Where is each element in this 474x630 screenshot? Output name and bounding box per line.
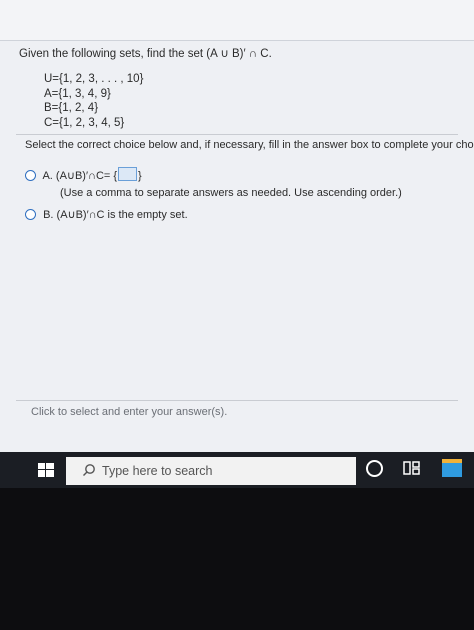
page-top-bar <box>0 0 474 41</box>
set-definitions: U={1, 2, 3, . . . , 10} A={1, 3, 4, 9} B… <box>44 72 143 130</box>
instruction-text: Select the correct choice below and, if … <box>25 139 474 151</box>
option-b-letter: B. <box>43 209 54 221</box>
footer-divider <box>16 400 458 401</box>
app-icon[interactable] <box>442 459 462 477</box>
option-a-expression: (A∪B)′∩C= { <box>55 170 118 182</box>
option-a-close-brace: } <box>138 170 142 182</box>
question-prompt: Given the following sets, find the set (… <box>19 48 272 60</box>
set-b: B={1, 2, 4} <box>44 102 99 114</box>
search-icon <box>83 464 95 476</box>
radio-option-a[interactable] <box>25 170 36 181</box>
windows-start-icon[interactable] <box>38 463 54 477</box>
set-a: A={1, 3, 4, 9} <box>44 87 111 100</box>
cortana-icon[interactable] <box>366 460 383 477</box>
divider <box>16 134 458 135</box>
footer-hint: Click to select and enter your answer(s)… <box>31 406 228 418</box>
option-b[interactable]: B. (A∪B)′∩C is the empty set. <box>25 208 188 221</box>
option-a[interactable]: A. (A∪B)′∩C= {} <box>25 167 142 182</box>
browser-page: Given the following sets, find the set (… <box>0 0 474 452</box>
task-view-icon[interactable] <box>403 460 421 476</box>
option-a-letter: A. <box>42 170 53 182</box>
option-a-note: (Use a comma to separate answers as need… <box>60 187 402 199</box>
option-b-text: (A∪B)′∩C is the empty set. <box>56 209 188 221</box>
set-c: C={1, 2, 3, 4, 5} <box>44 116 125 129</box>
taskbar-search-box[interactable]: Type here to search <box>66 457 356 485</box>
windows-taskbar: Type here to search <box>0 452 474 488</box>
monitor-bezel <box>0 488 474 630</box>
set-u: U={1, 2, 3, . . . , 10} <box>44 73 144 85</box>
search-placeholder: Type here to search <box>102 464 213 478</box>
radio-option-b[interactable] <box>25 209 36 220</box>
answer-input-box[interactable] <box>118 167 138 181</box>
